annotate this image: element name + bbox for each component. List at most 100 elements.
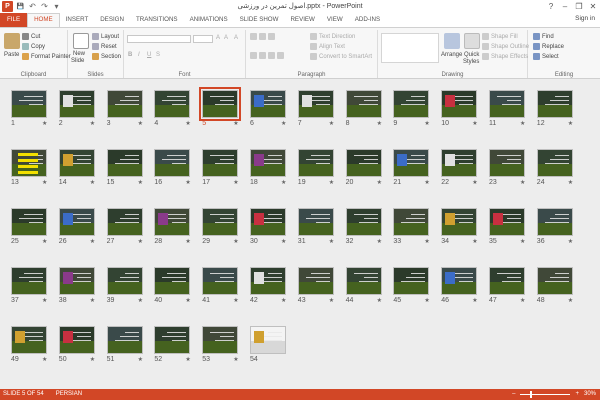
slide-thumbnail[interactable]: [393, 208, 430, 236]
transition-star-icon[interactable]: ★: [329, 297, 334, 304]
quick-styles-icon[interactable]: [464, 33, 480, 49]
transition-star-icon[interactable]: ★: [377, 120, 382, 127]
select-button[interactable]: Select: [533, 53, 559, 60]
transition-star-icon[interactable]: ★: [138, 356, 143, 363]
transition-star-icon[interactable]: ★: [138, 120, 143, 127]
close-button[interactable]: ✕: [586, 0, 600, 13]
slide-thumbnail[interactable]: [441, 90, 478, 118]
new-slide-dropdown[interactable]: Slide: [71, 58, 84, 64]
slide-thumbnail[interactable]: [441, 208, 478, 236]
transition-star-icon[interactable]: ★: [90, 297, 95, 304]
slide-thumbnail[interactable]: [11, 208, 47, 236]
transition-star-icon[interactable]: ★: [138, 238, 143, 245]
shadow-button[interactable]: S: [156, 52, 160, 58]
grow-font-button[interactable]: A: [216, 35, 220, 41]
slide-thumbnail[interactable]: [489, 267, 525, 295]
bold-button[interactable]: B: [128, 52, 132, 58]
transition-star-icon[interactable]: ★: [281, 238, 286, 245]
shape-fill-button[interactable]: Shape Fill: [482, 33, 518, 40]
slide-thumbnail[interactable]: [489, 208, 525, 236]
align-text-button[interactable]: Align Text: [310, 43, 345, 50]
slide-thumbnail[interactable]: [58, 267, 95, 295]
transition-star-icon[interactable]: ★: [424, 179, 429, 186]
transition-star-icon[interactable]: ★: [233, 238, 238, 245]
slide-thumbnail[interactable]: [536, 208, 573, 236]
tab-home[interactable]: HOME: [27, 13, 60, 27]
shape-outline-button[interactable]: Shape Outline: [482, 43, 529, 50]
slide-thumbnail[interactable]: [202, 208, 239, 236]
transition-star-icon[interactable]: ★: [520, 120, 525, 127]
tab-add-ins[interactable]: ADD-INS: [349, 13, 386, 27]
zoom-slider[interactable]: [520, 391, 571, 398]
arrange-button[interactable]: Arrange: [441, 52, 462, 58]
slide-thumbnail[interactable]: [345, 267, 382, 295]
italic-button[interactable]: I: [138, 52, 140, 58]
slide-thumbnail[interactable]: [106, 326, 143, 354]
copy-button[interactable]: Copy: [22, 43, 45, 50]
tab-view[interactable]: VIEW: [321, 13, 349, 27]
transition-star-icon[interactable]: ★: [281, 179, 286, 186]
quick-styles-button[interactable]: Quick: [464, 52, 479, 58]
shape-effects-button[interactable]: Shape Effects: [482, 53, 528, 60]
transition-star-icon[interactable]: ★: [185, 356, 190, 363]
tab-review[interactable]: REVIEW: [284, 13, 320, 27]
slide-thumbnail[interactable]: [106, 90, 143, 118]
transition-star-icon[interactable]: ★: [424, 120, 429, 127]
tab-file[interactable]: FILE: [0, 13, 28, 27]
arrange-icon[interactable]: [444, 33, 460, 49]
help-icon[interactable]: ?: [544, 0, 558, 13]
transition-star-icon[interactable]: ★: [424, 297, 429, 304]
replace-button[interactable]: Replace: [533, 43, 564, 50]
section-button[interactable]: Section: [92, 53, 121, 60]
slide-thumbnail[interactable]: [250, 149, 286, 177]
transition-star-icon[interactable]: ★: [520, 297, 525, 304]
slide-thumbnail[interactable]: [536, 267, 573, 295]
transition-star-icon[interactable]: ★: [90, 356, 95, 363]
slide-thumbnail[interactable]: [154, 90, 191, 118]
slide-thumbnail[interactable]: [297, 208, 334, 236]
slide-thumbnail[interactable]: [58, 326, 95, 354]
slide-thumbnail[interactable]: [250, 90, 286, 118]
slide-thumbnail[interactable]: [58, 208, 95, 236]
transition-star-icon[interactable]: ★: [424, 238, 429, 245]
slide-thumbnail[interactable]: [441, 267, 478, 295]
align-buttons[interactable]: [250, 52, 284, 59]
format-painter-button[interactable]: Format Painter: [22, 53, 71, 60]
tab-design[interactable]: DESIGN: [94, 13, 130, 27]
save-icon[interactable]: 💾: [16, 2, 25, 12]
slide-thumbnail[interactable]: [297, 267, 334, 295]
slide-thumbnail[interactable]: [58, 90, 95, 118]
convert-smartart-button[interactable]: Convert to SmartArt: [310, 53, 372, 60]
slide-thumbnail[interactable]: [536, 149, 573, 177]
shrink-font-button[interactable]: A: [224, 35, 228, 41]
slide-thumbnail[interactable]: [199, 87, 242, 121]
transition-star-icon[interactable]: ★: [185, 179, 190, 186]
new-slide-button[interactable]: New: [73, 51, 85, 57]
reset-button[interactable]: Reset: [92, 43, 117, 50]
slide-thumbnail[interactable]: [154, 326, 191, 354]
transition-star-icon[interactable]: ★: [233, 120, 238, 127]
slide-thumbnail[interactable]: [202, 326, 239, 354]
transition-star-icon[interactable]: ★: [472, 238, 477, 245]
transition-star-icon[interactable]: ★: [42, 179, 47, 186]
paste-button[interactable]: Paste: [4, 52, 19, 58]
slide-thumbnail[interactable]: [154, 149, 191, 177]
transition-star-icon[interactable]: ★: [568, 179, 573, 186]
transition-star-icon[interactable]: ★: [472, 120, 477, 127]
slide-thumbnail[interactable]: [58, 149, 95, 177]
slide-indicator[interactable]: SLIDE 5 OF 54: [3, 389, 44, 400]
transition-star-icon[interactable]: ★: [185, 120, 190, 127]
transition-star-icon[interactable]: ★: [568, 297, 573, 304]
restore-button[interactable]: ❐: [572, 0, 586, 13]
transition-star-icon[interactable]: ★: [233, 356, 238, 363]
customize-qat-icon[interactable]: ▾: [52, 2, 61, 12]
zoom-out-button[interactable]: –: [512, 389, 515, 400]
layout-button[interactable]: Layout: [92, 33, 119, 40]
slide-thumbnail[interactable]: [154, 208, 191, 236]
transition-star-icon[interactable]: ★: [42, 356, 47, 363]
tab-insert[interactable]: INSERT: [60, 13, 95, 27]
transition-star-icon[interactable]: ★: [281, 120, 286, 127]
underline-button[interactable]: U: [147, 52, 151, 58]
zoom-level[interactable]: 30%: [584, 389, 596, 400]
redo-icon[interactable]: ↷: [40, 2, 49, 12]
